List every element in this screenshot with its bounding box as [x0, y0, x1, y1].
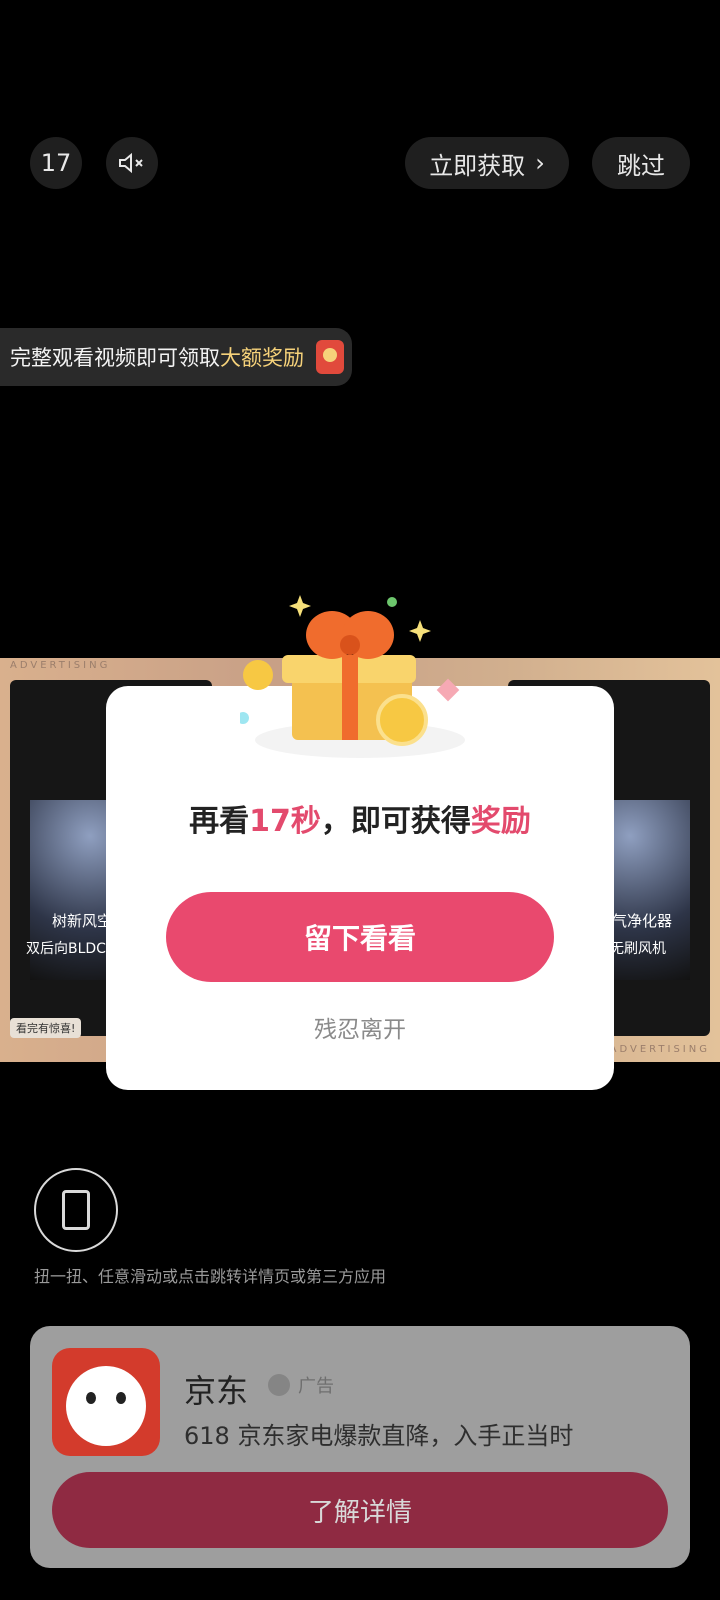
msg-part1: 再看: [189, 804, 250, 839]
jd-app-icon: [52, 1348, 160, 1456]
app-name: 京东: [184, 1372, 249, 1410]
countdown-badge: 17: [30, 137, 82, 189]
reward-tip-text: 完整观看视频即可领取: [10, 346, 220, 370]
leave-link-label: 残忍离开: [314, 1017, 406, 1043]
top-bar: 17 立即获取 › 跳过: [30, 137, 690, 189]
mascot-face: [66, 1366, 146, 1446]
speaker-muted-icon: [119, 152, 143, 174]
get-now-label: 立即获取: [429, 151, 526, 180]
learn-more-label: 了解详情: [307, 1497, 412, 1528]
ad-badge: 看完有惊喜!: [10, 1018, 82, 1038]
app-ad-card[interactable]: 京东 广告 618 京东家电爆款直降，入手正当时 了解详情: [30, 1326, 690, 1568]
chevron-right-icon: ›: [535, 149, 545, 177]
ad-card-subtitle: 无刷风机: [610, 941, 666, 957]
msg-seconds: 17秒: [249, 804, 321, 839]
countdown-value: 17: [40, 149, 72, 177]
gift-box-icon: [237, 590, 500, 760]
stay-button-label: 留下看看: [303, 922, 416, 955]
skip-button[interactable]: 跳过: [592, 137, 690, 189]
phone-icon: [62, 1190, 90, 1230]
ad-card-title: 气净化器: [611, 912, 672, 930]
reward-tip-highlight: 大额奖励: [220, 346, 304, 370]
msg-reward: 奖励: [470, 804, 531, 839]
ad-card-title: 树新风空: [52, 912, 113, 930]
get-now-button[interactable]: 立即获取 ›: [405, 137, 569, 189]
ad-label-text: 广告: [298, 1376, 334, 1397]
mute-button[interactable]: [106, 137, 158, 189]
reward-tip: 完整观看视频即可领取 大额奖励: [0, 328, 352, 386]
retention-message: 再看17秒，即可获得奖励: [106, 796, 614, 840]
skip-label: 跳过: [617, 151, 665, 180]
learn-more-button[interactable]: 了解详情: [52, 1472, 668, 1548]
interaction-hint: 扭一扭、任意滑动或点击跳转详情页或第三方应用: [34, 1267, 387, 1286]
ad-circle-icon: [268, 1374, 290, 1396]
stay-button[interactable]: 留下看看: [166, 892, 554, 982]
msg-part3: ，即可获得: [320, 804, 471, 839]
red-envelope-icon: [316, 340, 344, 374]
app-description: 618 京东家电爆款直降，入手正当时: [184, 1422, 574, 1450]
ad-label: 广告: [268, 1372, 334, 1398]
twist-phone-icon: [34, 1168, 118, 1252]
leave-link[interactable]: 残忍离开: [106, 1010, 614, 1044]
